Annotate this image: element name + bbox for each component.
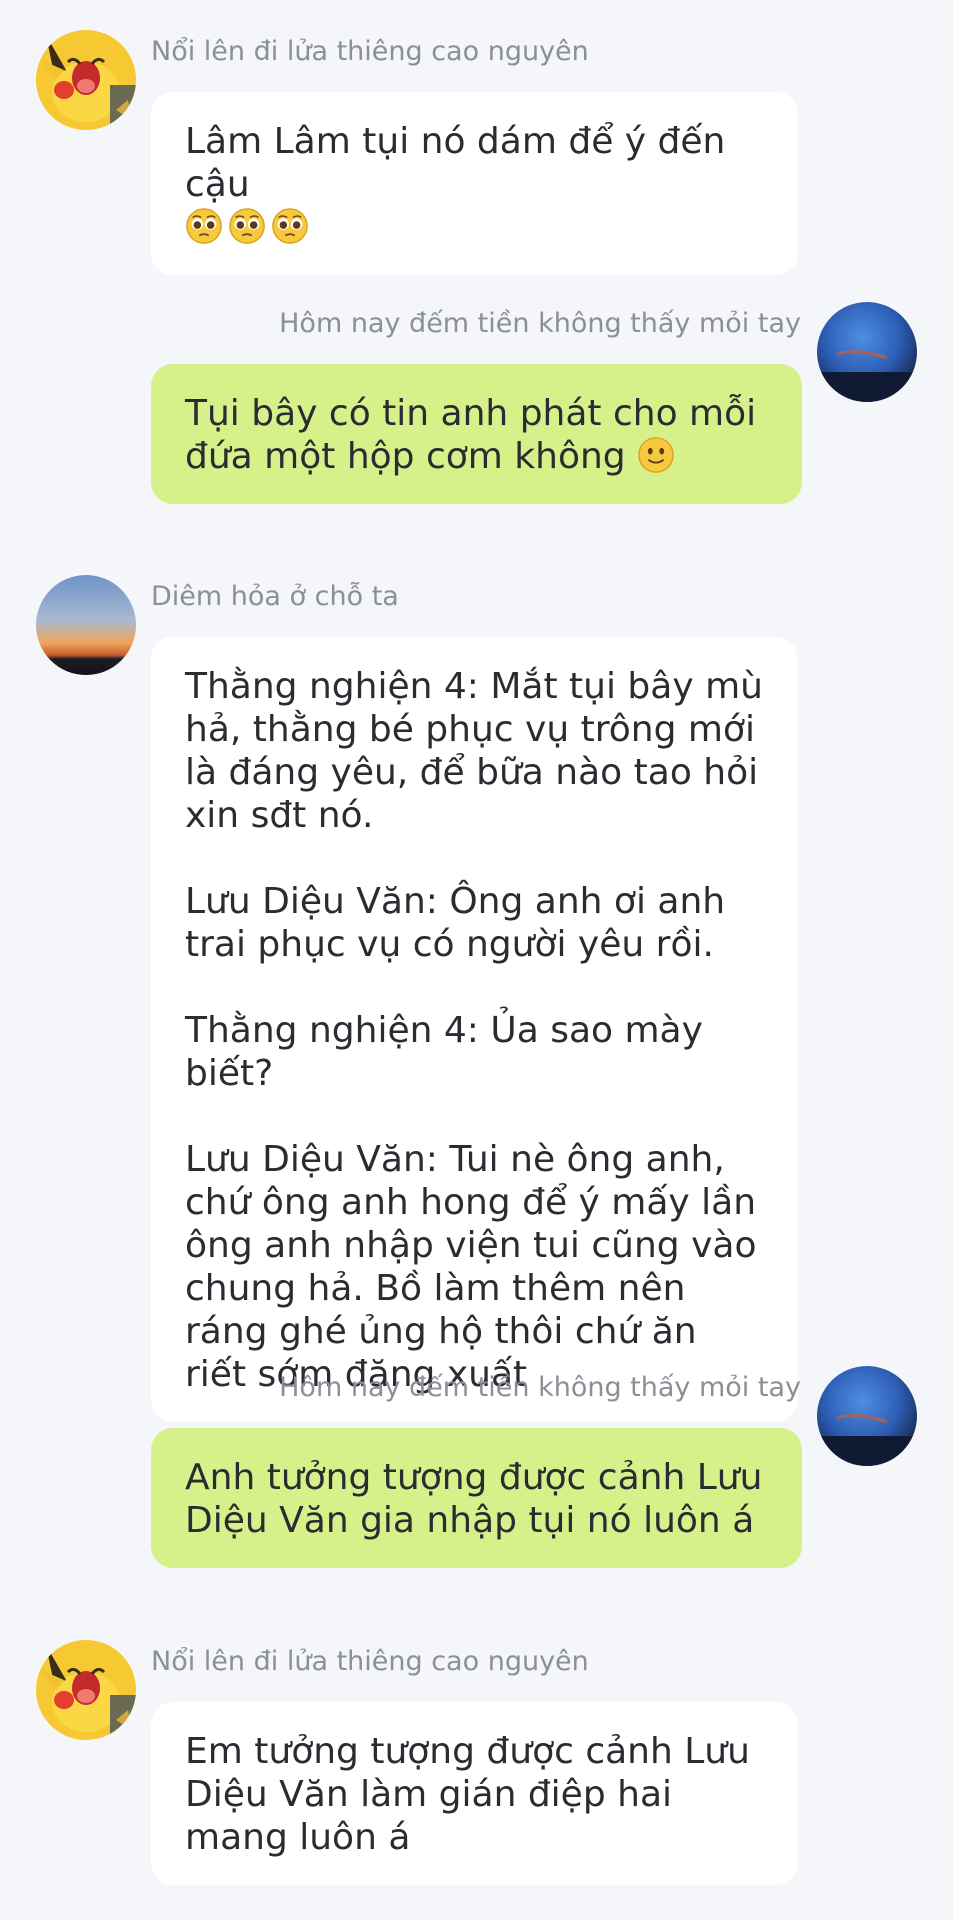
message-bubble[interactable]: Anh tưởng tượng được cảnh Lưu Diệu Văn g… — [151, 1428, 802, 1568]
message-bubble[interactable]: Thằng nghiện 4: Mắt tụi bây mù hả, thằng… — [151, 637, 798, 1422]
sender-name: Nổi lên đi lửa thiêng cao nguyên — [151, 1646, 589, 1677]
pikachu-avatar-icon[interactable] — [36, 30, 136, 130]
chat-thread[interactable]: Nổi lên đi lửa thiêng cao nguyên Lâm Lâm… — [0, 0, 953, 1920]
sender-name: Hôm nay đếm tiền không thấy mỏi tay — [279, 1372, 801, 1403]
sunset-avatar-icon[interactable] — [36, 575, 136, 675]
pikachu-avatar-icon[interactable] — [36, 1640, 136, 1740]
message-bubble[interactable]: Tụi bây có tin anh phát cho mỗi đứa một … — [151, 364, 802, 504]
blue-sky-avatar-icon[interactable] — [817, 302, 917, 402]
sender-name: Diêm hỏa ở chỗ ta — [151, 581, 399, 612]
message-text: Anh tưởng tượng được cảnh Lưu Diệu Văn g… — [185, 1457, 774, 1541]
message-bubble[interactable]: Em tưởng tượng được cảnh Lưu Diệu Văn là… — [151, 1702, 798, 1885]
message-text: Lâm Lâm tụi nó dám để ý đến cậu — [185, 121, 737, 205]
message-paragraph: Thằng nghiện 4: Mắt tụi bây mù hả, thằng… — [185, 666, 775, 836]
message-paragraph: Lưu Diệu Văn: Tui nè ông anh, chứ ông an… — [185, 1139, 768, 1395]
sender-name: Nổi lên đi lửa thiêng cao nguyên — [151, 36, 589, 67]
pleading-face-icon — [228, 207, 266, 245]
message-paragraph: Lưu Diệu Văn: Ông anh ơi anh trai phục v… — [185, 881, 737, 965]
message-text: Tụi bây có tin anh phát cho mỗi đứa một … — [185, 393, 768, 477]
slightly-smiling-face-icon — [637, 436, 675, 474]
message-bubble[interactable]: Lâm Lâm tụi nó dám để ý đến cậu — [151, 92, 798, 275]
pleading-face-icon — [271, 207, 309, 245]
message-text: Em tưởng tượng được cảnh Lưu Diệu Văn là… — [185, 1731, 762, 1858]
pleading-face-icon — [185, 207, 223, 245]
sender-name: Hôm nay đếm tiền không thấy mỏi tay — [279, 308, 801, 339]
blue-sky-avatar-icon[interactable] — [817, 1366, 917, 1466]
message-paragraph: Thằng nghiện 4: Ủa sao mày biết? — [185, 1010, 715, 1094]
